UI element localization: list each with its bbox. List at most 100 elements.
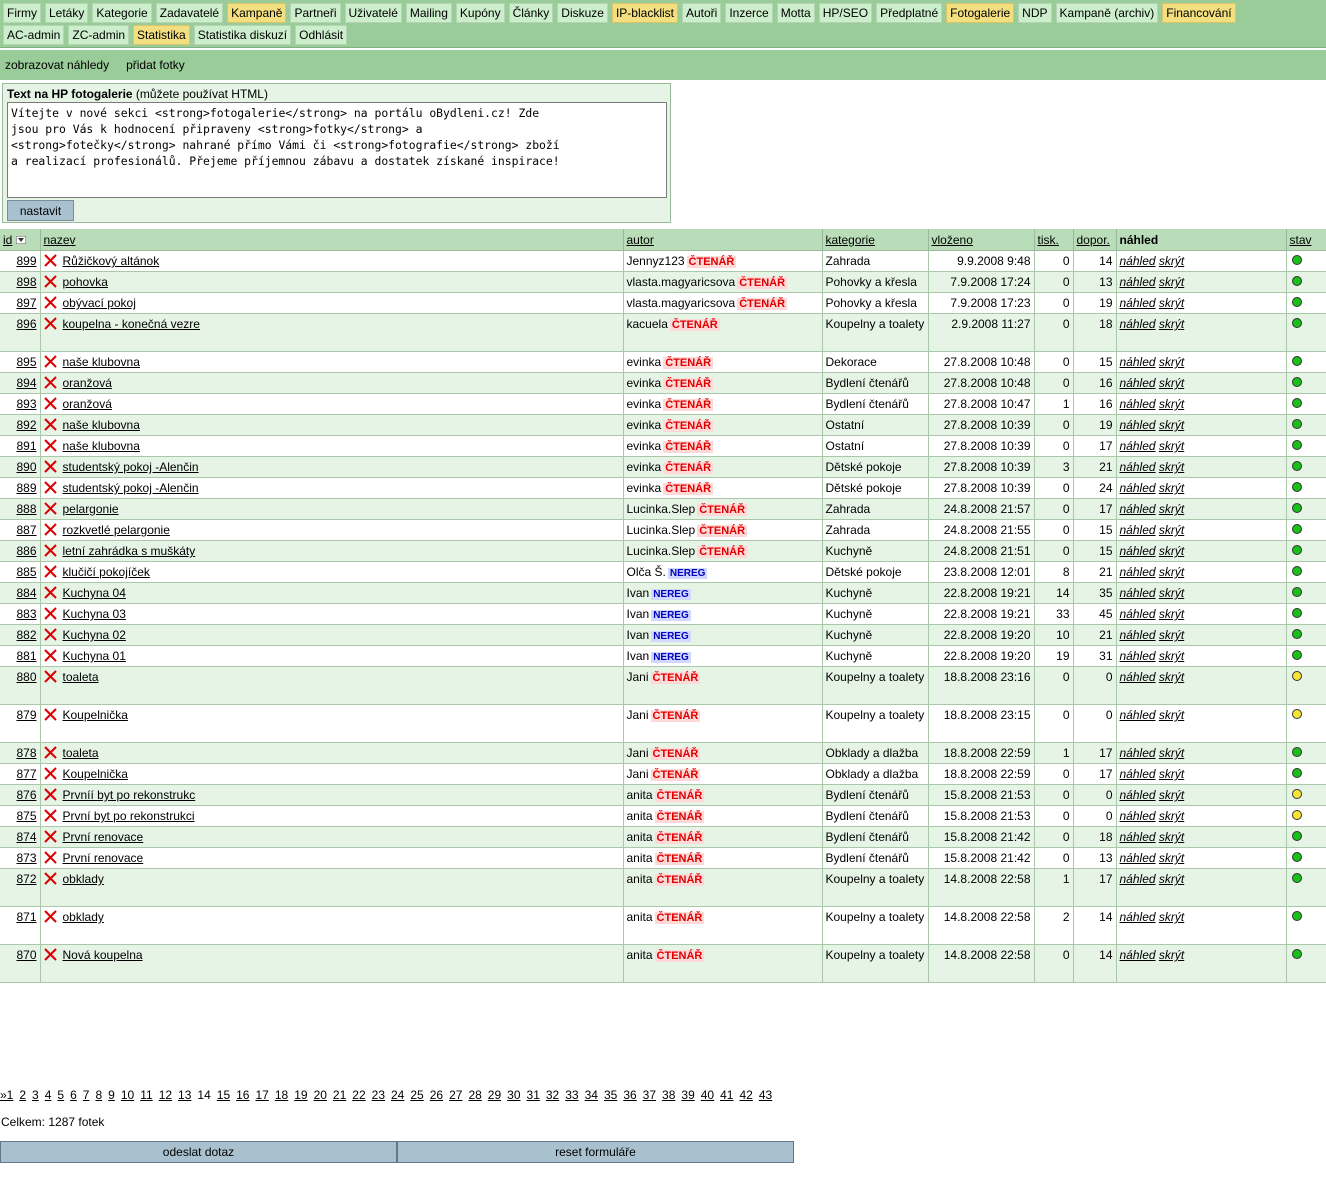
hide-link[interactable]: skrýt bbox=[1159, 565, 1184, 579]
delete-icon[interactable] bbox=[43, 830, 57, 843]
add-photos-link[interactable]: přidat fotky bbox=[126, 58, 185, 72]
page-link[interactable]: 16 bbox=[236, 1088, 249, 1102]
preview-link[interactable]: náhled bbox=[1120, 355, 1156, 369]
photo-title-link[interactable]: První renovace bbox=[63, 830, 144, 844]
status-yellow-dot-icon[interactable] bbox=[1291, 789, 1302, 799]
nav-item-kategorie[interactable]: Kategorie bbox=[92, 3, 152, 23]
photo-id-link[interactable]: 889 bbox=[16, 481, 36, 495]
photo-title-link[interactable]: studentský pokoj -Alenčin bbox=[63, 481, 199, 495]
status-green-dot-icon[interactable] bbox=[1291, 524, 1302, 534]
preview-link[interactable]: náhled bbox=[1120, 649, 1156, 663]
page-link[interactable]: 5 bbox=[57, 1088, 64, 1102]
delete-icon[interactable] bbox=[43, 376, 57, 389]
photo-title-link[interactable]: Nová koupelna bbox=[63, 948, 143, 962]
photo-title-link[interactable]: studentský pokoj -Alenčin bbox=[63, 460, 199, 474]
photo-title-link[interactable]: koupelna - konečná vezre bbox=[63, 317, 200, 331]
photo-title-link[interactable]: oranžová bbox=[63, 397, 112, 411]
preview-link[interactable]: náhled bbox=[1120, 317, 1156, 331]
delete-icon[interactable] bbox=[43, 910, 57, 923]
photo-id-link[interactable]: 885 bbox=[16, 565, 36, 579]
submit-query-button[interactable]: odeslat dotaz bbox=[0, 1141, 397, 1163]
photo-id-link[interactable]: 881 bbox=[16, 649, 36, 663]
delete-icon[interactable] bbox=[43, 481, 57, 494]
hide-link[interactable]: skrýt bbox=[1159, 586, 1184, 600]
hide-link[interactable]: skrýt bbox=[1159, 628, 1184, 642]
nav-item-let-ky[interactable]: Letáky bbox=[45, 3, 89, 23]
delete-icon[interactable] bbox=[43, 628, 57, 641]
hide-link[interactable]: skrýt bbox=[1159, 948, 1184, 962]
page-link[interactable]: 29 bbox=[488, 1088, 501, 1102]
delete-icon[interactable] bbox=[43, 523, 57, 536]
photo-id-link[interactable]: 871 bbox=[16, 910, 36, 924]
page-link[interactable]: 20 bbox=[314, 1088, 327, 1102]
photo-title-link[interactable]: obklady bbox=[63, 910, 104, 924]
photo-id-link[interactable]: 878 bbox=[16, 746, 36, 760]
nav-item-financov-n-[interactable]: Financování bbox=[1162, 3, 1236, 23]
page-link[interactable]: 40 bbox=[701, 1088, 714, 1102]
photo-id-link[interactable]: 880 bbox=[16, 670, 36, 684]
status-green-dot-icon[interactable] bbox=[1291, 608, 1302, 618]
hide-link[interactable]: skrýt bbox=[1159, 481, 1184, 495]
delete-icon[interactable] bbox=[43, 317, 57, 330]
page-link[interactable]: 10 bbox=[121, 1088, 134, 1102]
status-green-dot-icon[interactable] bbox=[1291, 873, 1302, 883]
page-link[interactable]: 28 bbox=[468, 1088, 481, 1102]
page-link[interactable]: 13 bbox=[178, 1088, 191, 1102]
status-green-dot-icon[interactable] bbox=[1291, 911, 1302, 921]
photo-id-link[interactable]: 899 bbox=[16, 254, 36, 268]
nav-item-zc-admin[interactable]: ZC-admin bbox=[68, 25, 130, 45]
delete-icon[interactable] bbox=[43, 767, 57, 780]
preview-link[interactable]: náhled bbox=[1120, 872, 1156, 886]
photo-title-link[interactable]: klučičí pokojíček bbox=[63, 565, 150, 579]
photo-id-link[interactable]: 876 bbox=[16, 788, 36, 802]
photo-id-link[interactable]: 883 bbox=[16, 607, 36, 621]
col-prints-header[interactable]: tisk. bbox=[1034, 229, 1074, 251]
photo-id-link[interactable]: 870 bbox=[16, 948, 36, 962]
photo-id-link[interactable]: 873 bbox=[16, 851, 36, 865]
page-link[interactable]: 25 bbox=[410, 1088, 423, 1102]
preview-link[interactable]: náhled bbox=[1120, 809, 1156, 823]
hide-link[interactable]: skrýt bbox=[1159, 439, 1184, 453]
hide-link[interactable]: skrýt bbox=[1159, 746, 1184, 760]
nav-item-mailing[interactable]: Mailing bbox=[405, 3, 452, 23]
status-green-dot-icon[interactable] bbox=[1291, 831, 1302, 841]
photo-title-link[interactable]: Koupelnička bbox=[63, 767, 128, 781]
nav-item-zadavatel-[interactable]: Zadavatelé bbox=[155, 3, 224, 23]
nav-item-inzerce[interactable]: Inzerce bbox=[725, 3, 773, 23]
photo-title-link[interactable]: obklady bbox=[63, 872, 104, 886]
preview-link[interactable]: náhled bbox=[1120, 708, 1156, 722]
nav-item-kampan-[interactable]: Kampaně bbox=[227, 3, 287, 23]
status-green-dot-icon[interactable] bbox=[1291, 419, 1302, 429]
photo-id-link[interactable]: 879 bbox=[16, 708, 36, 722]
photo-title-link[interactable]: toaleta bbox=[63, 746, 99, 760]
page-link[interactable]: 27 bbox=[449, 1088, 462, 1102]
col-category-header[interactable]: kategorie bbox=[822, 229, 929, 251]
photo-id-link[interactable]: 895 bbox=[16, 355, 36, 369]
nav-item-statistika-diskuz-[interactable]: Statistika diskuzí bbox=[193, 25, 292, 45]
status-green-dot-icon[interactable] bbox=[1291, 276, 1302, 286]
delete-icon[interactable] bbox=[43, 544, 57, 557]
delete-icon[interactable] bbox=[43, 872, 57, 885]
nav-item--l-nky[interactable]: Články bbox=[508, 3, 554, 23]
preview-link[interactable]: náhled bbox=[1120, 607, 1156, 621]
photo-id-link[interactable]: 874 bbox=[16, 830, 36, 844]
photo-id-link[interactable]: 886 bbox=[16, 544, 36, 558]
preview-link[interactable]: náhled bbox=[1120, 851, 1156, 865]
hp-text-textarea[interactable]: Vítejte v nové sekci <strong>fotogalerie… bbox=[7, 102, 667, 198]
page-link[interactable]: 3 bbox=[32, 1088, 39, 1102]
photo-title-link[interactable]: Kuchyna 03 bbox=[63, 607, 126, 621]
photo-title-link[interactable]: pelargonie bbox=[63, 502, 119, 516]
delete-icon[interactable] bbox=[43, 397, 57, 410]
status-green-dot-icon[interactable] bbox=[1291, 587, 1302, 597]
nav-item-auto-i[interactable]: Autoři bbox=[681, 3, 722, 23]
photo-title-link[interactable]: pohovka bbox=[63, 275, 108, 289]
status-yellow-dot-icon[interactable] bbox=[1291, 810, 1302, 820]
hide-link[interactable]: skrýt bbox=[1159, 523, 1184, 537]
delete-icon[interactable] bbox=[43, 460, 57, 473]
photo-title-link[interactable]: naše klubovna bbox=[63, 355, 140, 369]
photo-title-link[interactable]: naše klubovna bbox=[63, 418, 140, 432]
nav-item-fotogalerie[interactable]: Fotogalerie bbox=[946, 3, 1015, 23]
col-date-header[interactable]: vloženo bbox=[928, 229, 1035, 251]
preview-link[interactable]: náhled bbox=[1120, 523, 1156, 537]
hide-link[interactable]: skrýt bbox=[1159, 670, 1184, 684]
